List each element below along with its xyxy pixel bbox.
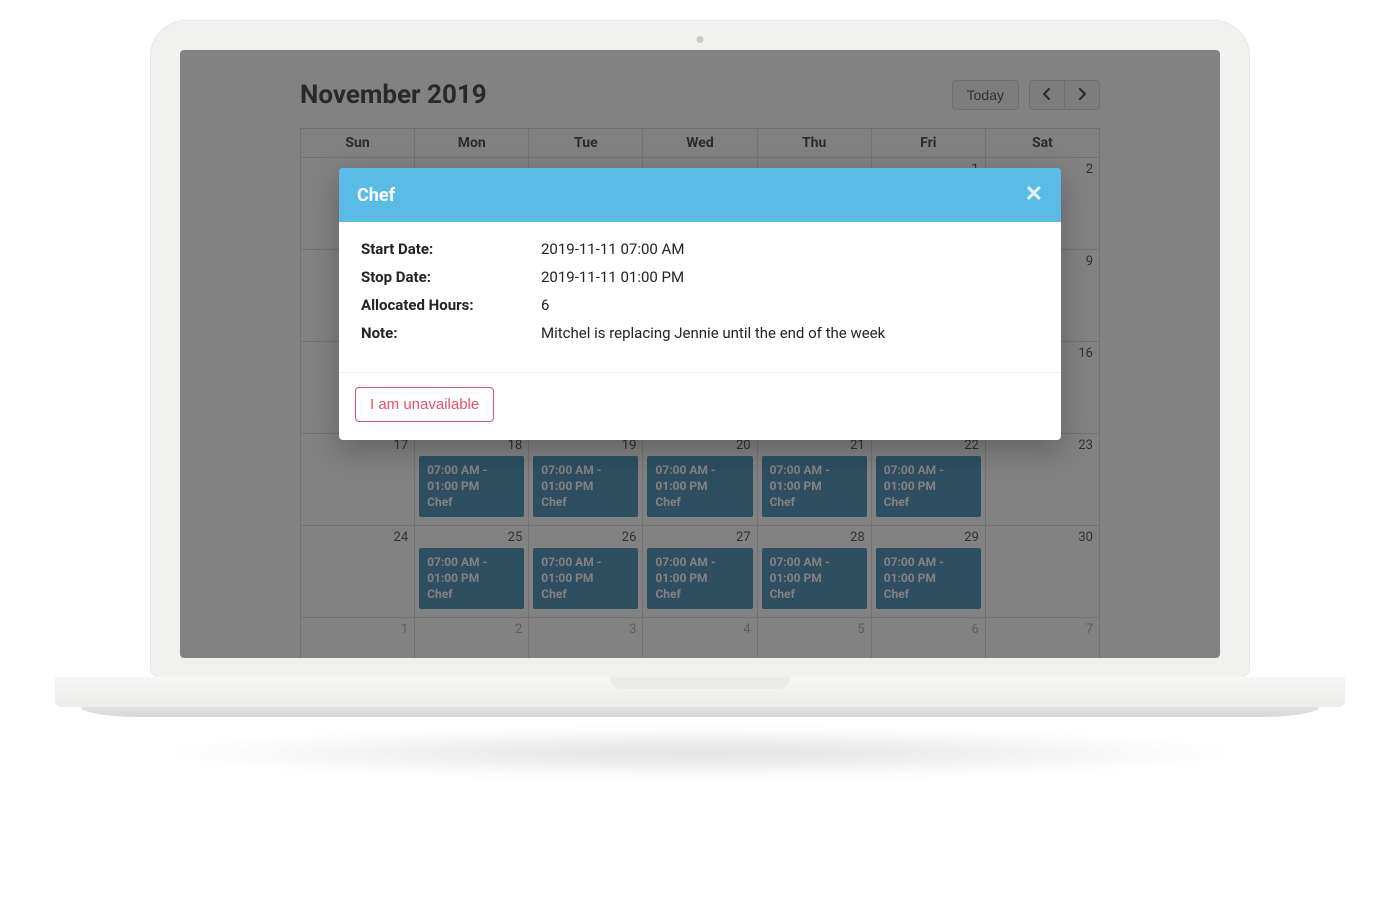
unavailable-button[interactable]: I am unavailable [355, 387, 494, 422]
modal-header: Chef ✕ [339, 168, 1061, 222]
camera-dot [697, 36, 704, 43]
note-value: Mitchel is replacing Jennie until the en… [541, 324, 1039, 342]
laptop-mockup: November 2019 Today [150, 20, 1250, 723]
modal-footer: I am unavailable [339, 372, 1061, 440]
row-start-date: Start Date: 2019-11-11 07:00 AM [361, 240, 1039, 258]
row-allocated-hours: Allocated Hours: 6 [361, 296, 1039, 314]
modal-title: Chef [357, 185, 395, 206]
stop-date-value: 2019-11-11 01:00 PM [541, 268, 1039, 286]
modal-body: Start Date: 2019-11-11 07:00 AM Stop Dat… [339, 222, 1061, 372]
allocated-hours-label: Allocated Hours: [361, 296, 541, 314]
laptop-shadow [130, 728, 1270, 778]
stop-date-label: Stop Date: [361, 268, 541, 286]
shift-detail-modal: Chef ✕ Start Date: 2019-11-11 07:00 AM S… [339, 168, 1061, 440]
row-stop-date: Stop Date: 2019-11-11 01:00 PM [361, 268, 1039, 286]
screen: November 2019 Today [180, 50, 1220, 658]
allocated-hours-value: 6 [541, 296, 1039, 314]
start-date-label: Start Date: [361, 240, 541, 258]
laptop-screen-bezel: November 2019 Today [150, 20, 1250, 678]
note-label: Note: [361, 324, 541, 342]
start-date-value: 2019-11-11 07:00 AM [541, 240, 1039, 258]
row-note: Note: Mitchel is replacing Jennie until … [361, 324, 1039, 342]
laptop-base [55, 677, 1345, 723]
close-icon[interactable]: ✕ [1025, 184, 1043, 206]
